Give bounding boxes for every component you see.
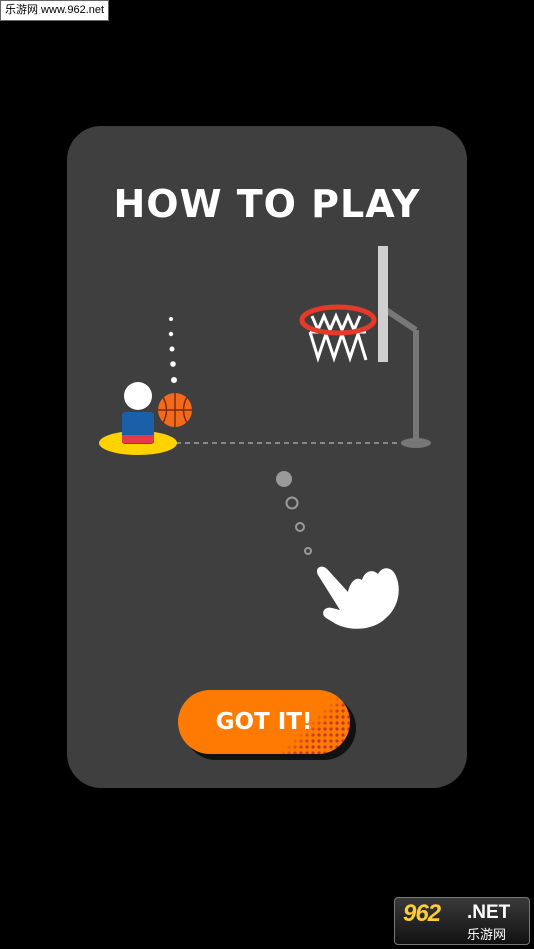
hoop-icon bbox=[299, 246, 431, 448]
got-it-label: GOT IT! bbox=[215, 709, 313, 735]
watermark-number: 962 bbox=[403, 900, 441, 927]
got-it-button[interactable]: GOT IT! bbox=[178, 690, 350, 754]
watermark-bottom: 962 .NET 乐游网 bbox=[394, 897, 530, 945]
tutorial-illustration bbox=[99, 246, 431, 629]
watermark-domain: .NET bbox=[467, 902, 511, 923]
swipe-indicator bbox=[276, 471, 312, 555]
watermark-chinese: 乐游网 bbox=[467, 928, 507, 943]
pointing-hand-icon bbox=[316, 566, 399, 629]
trajectory-dots bbox=[168, 317, 177, 383]
basketball-icon bbox=[158, 393, 192, 427]
